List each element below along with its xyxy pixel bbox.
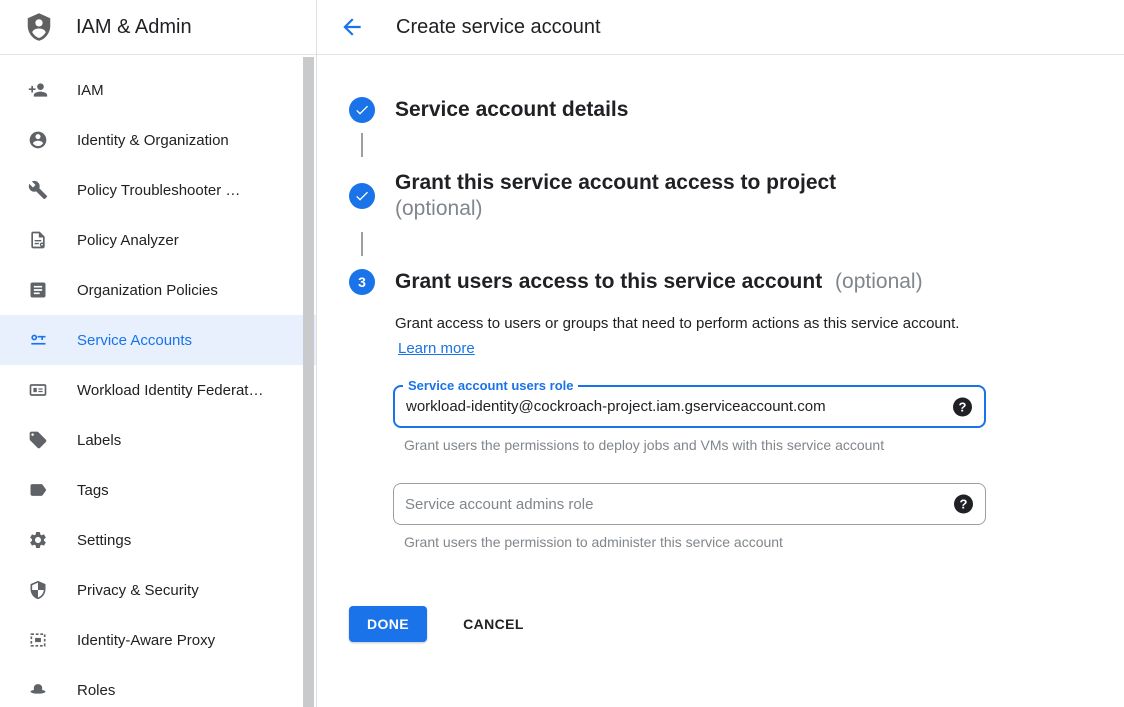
sidebar-item-label: Organization Policies [77, 282, 218, 299]
sidebar-item-label: Tags [77, 482, 109, 499]
admins-role-input[interactable] [394, 484, 985, 524]
sidebar-item-label: Policy Troubleshooter … [77, 182, 240, 199]
sidebar-item-label: Labels [77, 432, 121, 449]
wrench-icon [28, 180, 48, 200]
sidebar-item-label: Policy Analyzer [77, 232, 179, 249]
sidebar-item-label: Identity-Aware Proxy [77, 632, 215, 649]
sidebar-item-label: Workload Identity Federat… [77, 382, 263, 399]
step-2-title[interactable]: Grant this service account access to pro… [395, 170, 836, 222]
step-completed-check-icon [349, 183, 375, 209]
sidebar-item-label: IAM [77, 82, 104, 99]
step-3-title[interactable]: Grant users access to this service accou… [395, 269, 923, 295]
sidebar-item-service-accounts[interactable]: Service Accounts [0, 315, 316, 365]
sidebar-item-label: Roles [77, 682, 115, 699]
service-accounts-icon [28, 330, 48, 350]
sidebar-item-policy-analyzer[interactable]: Policy Analyzer [0, 215, 316, 265]
admins-role-helper-text: Grant users the permission to administer… [404, 534, 1124, 551]
sidebar-item-label: Settings [77, 532, 131, 549]
wizard-actions: DONE CANCEL [349, 606, 1124, 642]
help-icon[interactable]: ? [953, 397, 972, 416]
step-3-description: Grant access to users or groups that nee… [395, 311, 960, 361]
sidebar-item-settings[interactable]: Settings [0, 515, 316, 565]
step-2-grant-access-to-project: Grant this service account access to pro… [349, 170, 1124, 222]
learn-more-link[interactable]: Learn more [398, 340, 475, 357]
sidebar-item-identity-aware-proxy[interactable]: Identity-Aware Proxy [0, 615, 316, 665]
tag-icon [28, 480, 48, 500]
cancel-button[interactable]: CANCEL [455, 606, 532, 642]
step-2-title-text: Grant this service account access to pro… [395, 171, 836, 194]
org-policies-icon [28, 280, 48, 300]
sidebar-item-policy-troubleshooter[interactable]: Policy Troubleshooter … [0, 165, 316, 215]
gcp-console-window: IAM & Admin IAM Identity & Organization … [0, 0, 1124, 707]
sidebar-scrollbar[interactable] [303, 57, 314, 707]
step-3-grant-users-access: 3 Grant users access to this service acc… [349, 269, 1124, 295]
sidebar-header: IAM & Admin [0, 0, 316, 55]
stepper-connector [361, 232, 363, 256]
users-role-field: Service account users role ? [393, 385, 986, 428]
label-icon [28, 430, 48, 450]
step-1-title[interactable]: Service account details [395, 97, 628, 123]
users-role-field-label: Service account users role [403, 378, 578, 394]
sidebar-item-privacy-security[interactable]: Privacy & Security [0, 565, 316, 615]
roles-hat-icon [28, 680, 48, 700]
identity-aware-proxy-icon [28, 630, 48, 650]
step-2-optional-label: (optional) [395, 196, 836, 222]
sidebar-nav: IAM Identity & Organization Policy Troub… [0, 55, 316, 707]
back-button[interactable] [339, 14, 365, 40]
sidebar-item-identity-organization[interactable]: Identity & Organization [0, 115, 316, 165]
sidebar-item-label: Identity & Organization [77, 132, 229, 149]
workload-identity-icon [28, 380, 48, 400]
sidebar-item-roles[interactable]: Roles [0, 665, 316, 707]
policy-analyzer-icon [28, 230, 48, 250]
sidebar-title: IAM & Admin [76, 16, 192, 39]
step-3-number-badge: 3 [349, 269, 375, 295]
page-title: Create service account [396, 16, 601, 39]
step-3-title-text: Grant users access to this service accou… [395, 270, 822, 293]
stepper-connector [361, 133, 363, 157]
step-1-service-account-details: Service account details [349, 97, 1124, 123]
sidebar-item-label: Service Accounts [77, 332, 192, 349]
main-panel: Create service account Service account d… [317, 0, 1124, 707]
sidebar-item-labels[interactable]: Labels [0, 415, 316, 465]
person-add-icon [28, 80, 48, 100]
sidebar-item-organization-policies[interactable]: Organization Policies [0, 265, 316, 315]
sidebar-item-tags[interactable]: Tags [0, 465, 316, 515]
help-icon[interactable]: ? [954, 495, 973, 514]
page-header: Create service account [317, 0, 1124, 55]
gear-icon [28, 530, 48, 550]
privacy-shield-icon [28, 580, 48, 600]
description-text: Grant access to users or groups that nee… [395, 315, 959, 332]
step-3-optional-label: (optional) [835, 270, 923, 293]
arrow-back-icon [339, 14, 365, 40]
iam-admin-shield-icon [24, 12, 54, 42]
users-role-helper-text: Grant users the permissions to deploy jo… [404, 437, 1124, 454]
account-circle-icon [28, 130, 48, 150]
admins-role-field: ? [393, 483, 986, 525]
iam-admin-sidebar: IAM & Admin IAM Identity & Organization … [0, 0, 317, 707]
create-service-account-wizard: Service account details Grant this servi… [317, 55, 1124, 642]
step-completed-check-icon [349, 97, 375, 123]
done-button[interactable]: DONE [349, 606, 427, 642]
sidebar-item-label: Privacy & Security [77, 582, 199, 599]
sidebar-item-workload-identity-federation[interactable]: Workload Identity Federat… [0, 365, 316, 415]
sidebar-item-iam[interactable]: IAM [0, 65, 316, 115]
